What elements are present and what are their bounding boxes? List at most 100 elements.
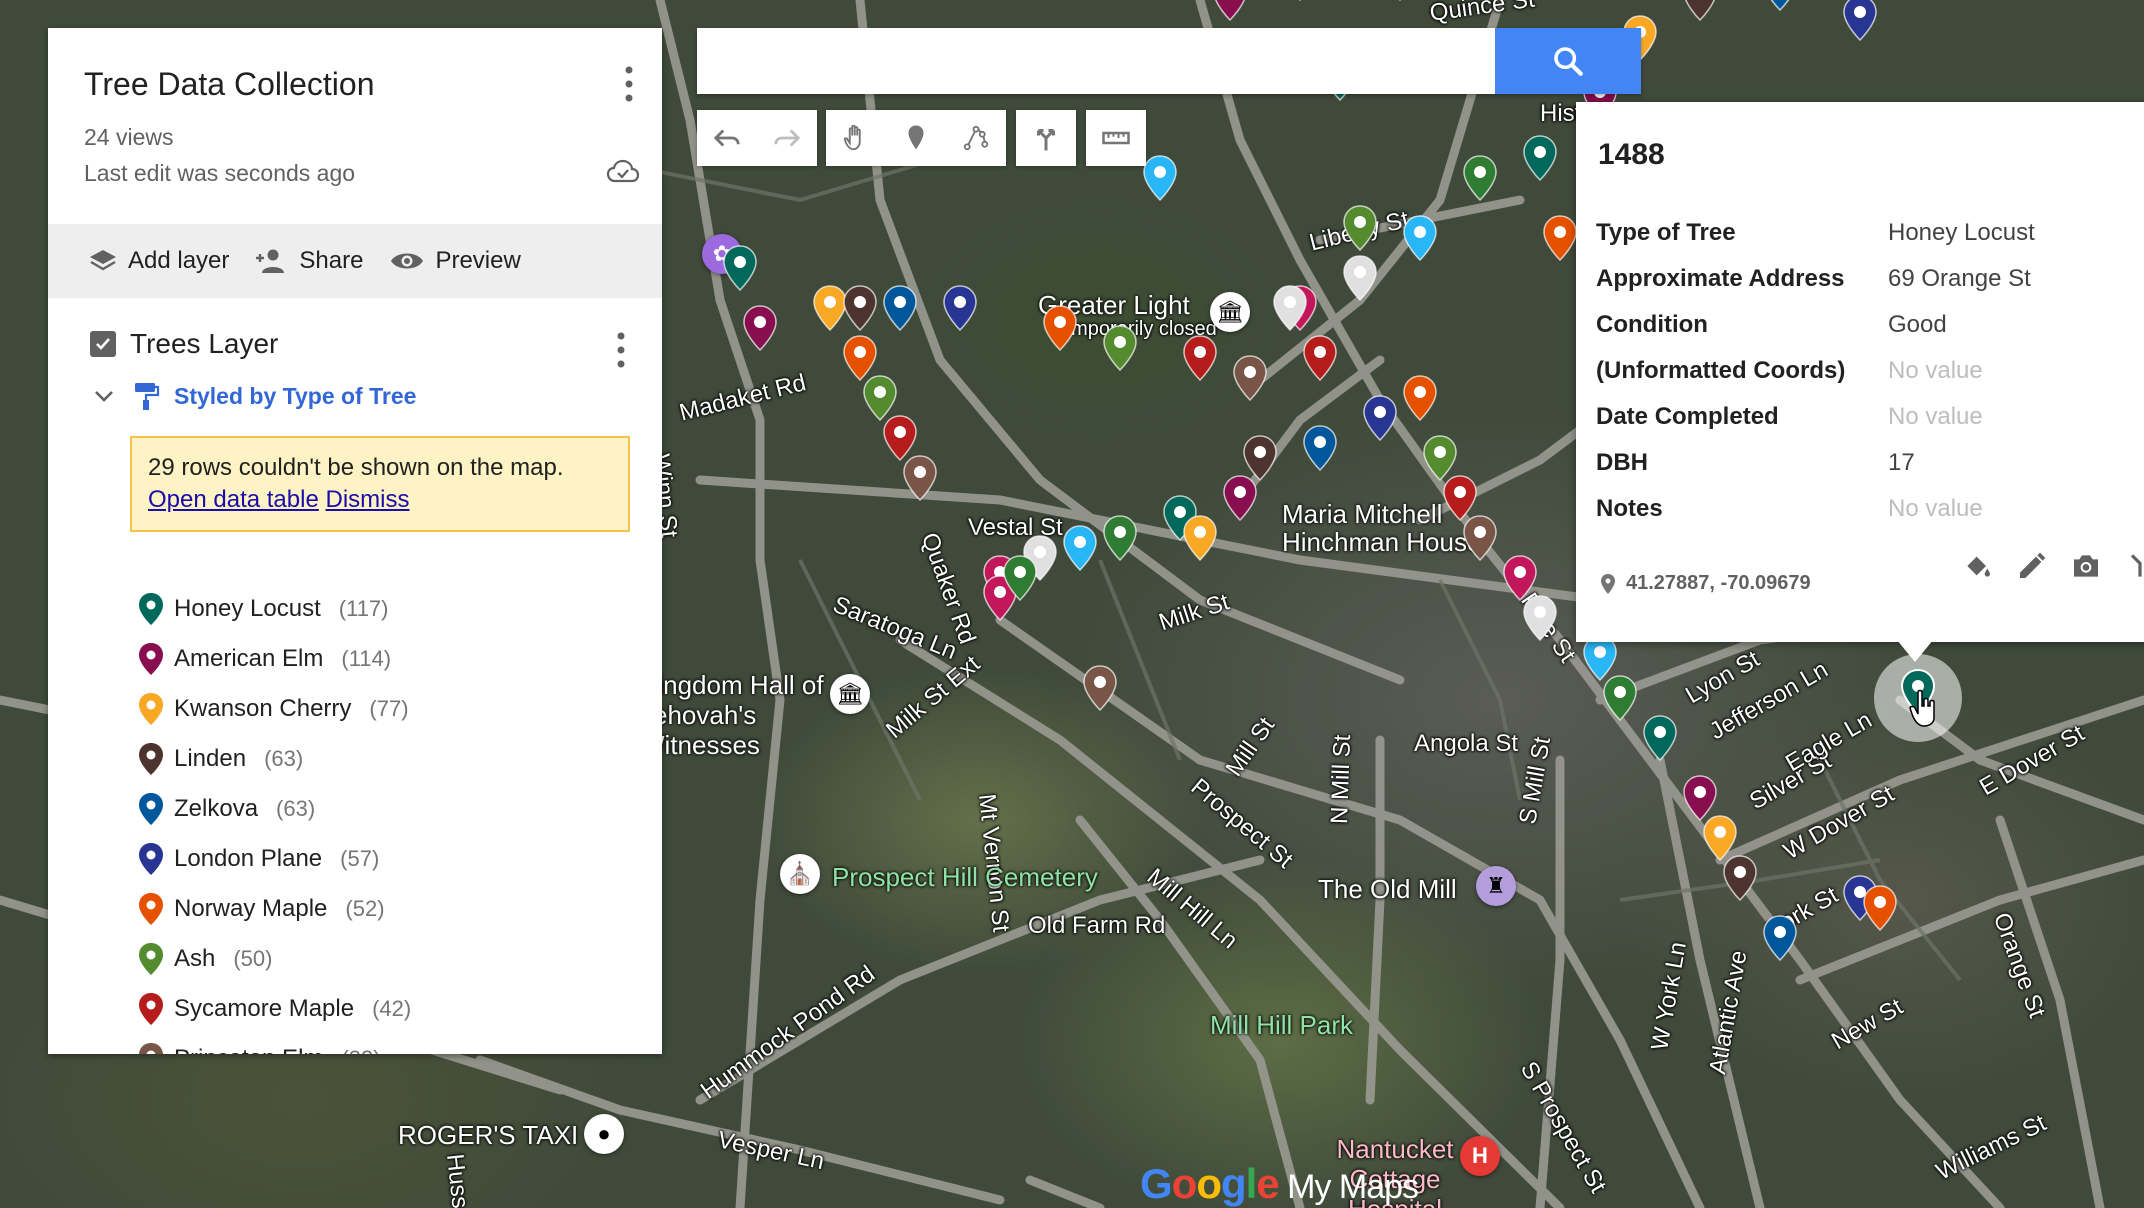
tree-marker[interactable] <box>1182 514 1218 562</box>
attribute-row: Approximate Address 69 Orange St <box>1596 256 2035 302</box>
redo-button[interactable] <box>757 110 817 166</box>
tree-marker[interactable] <box>1272 284 1308 332</box>
tree-marker[interactable] <box>1642 714 1678 762</box>
legend-item[interactable]: Princeton Elm (33) <box>138 1034 411 1054</box>
legend-item[interactable]: London Plane (57) <box>138 834 411 884</box>
attribute-row: Date Completed No value <box>1596 394 2035 440</box>
add-layer-button[interactable]: Add layer <box>88 247 229 275</box>
tree-marker[interactable] <box>1302 334 1338 382</box>
search-input[interactable] <box>697 28 1495 94</box>
tree-marker[interactable] <box>1522 134 1558 182</box>
more-vert-icon <box>625 66 633 102</box>
attribute-value: No value <box>1888 495 1983 522</box>
add-marker-button[interactable] <box>886 110 946 166</box>
draw-line-button[interactable] <box>946 110 1006 166</box>
hand-cursor-icon <box>1908 688 1942 733</box>
tree-marker[interactable] <box>722 244 758 292</box>
share-button[interactable]: Share <box>255 247 363 275</box>
legend-item[interactable]: Kwanson Cherry (77) <box>138 684 411 734</box>
warning-message: 29 rows couldn't be shown on the map. <box>148 454 564 481</box>
tree-marker[interactable] <box>1342 254 1378 302</box>
tree-marker[interactable] <box>1382 0 1418 2</box>
layer-options-button[interactable] <box>606 328 636 377</box>
tree-marker[interactable] <box>1842 0 1878 42</box>
tree-marker[interactable] <box>902 454 938 502</box>
dismiss-warning-link[interactable]: Dismiss <box>325 486 409 513</box>
preview-button[interactable]: Preview <box>389 247 521 275</box>
poi-icon-greater-light[interactable]: 🏛 <box>1210 292 1250 332</box>
legend-item[interactable]: Norway Maple (52) <box>138 884 411 934</box>
tree-marker[interactable] <box>1542 214 1578 262</box>
legend-count: (63) <box>264 746 304 771</box>
tree-marker[interactable] <box>1402 374 1438 422</box>
legend-label: Sycamore Maple <box>174 995 355 1022</box>
tree-marker[interactable] <box>1002 554 1038 602</box>
legend-item[interactable]: Linden (63) <box>138 734 411 784</box>
tree-marker[interactable] <box>1762 914 1798 962</box>
layer-visibility-checkbox[interactable] <box>90 331 116 357</box>
tree-marker[interactable] <box>1722 854 1758 902</box>
directions-button[interactable] <box>1016 110 1076 166</box>
paint-roller-icon <box>135 383 160 410</box>
poi-label-kingdom-hall: Kingdom Hall of Jehovah's Witnesses <box>640 670 824 760</box>
redo-icon <box>774 129 801 147</box>
tree-marker[interactable] <box>1102 514 1138 562</box>
attribute-row: Notes No value <box>1596 486 2035 532</box>
eye-icon <box>391 253 424 269</box>
map-options-button[interactable] <box>614 62 644 106</box>
layer-title[interactable]: Trees Layer <box>130 328 278 360</box>
poi-icon-taxi[interactable]: ● <box>584 1114 624 1154</box>
tree-marker[interactable] <box>1102 324 1138 372</box>
tree-marker[interactable] <box>1302 424 1338 472</box>
chevron-down-icon[interactable] <box>90 382 118 410</box>
tree-marker[interactable] <box>1182 334 1218 382</box>
legend-item[interactable]: Zelkova (63) <box>138 784 411 834</box>
tree-marker[interactable] <box>942 284 978 332</box>
legend-item[interactable]: Ash (50) <box>138 934 411 984</box>
tree-marker[interactable] <box>1602 674 1638 722</box>
legend-item[interactable]: American Elm (114) <box>138 634 411 684</box>
camera-icon[interactable] <box>2070 550 2102 582</box>
tree-marker[interactable] <box>1402 214 1438 262</box>
tree-marker[interactable] <box>842 284 878 332</box>
tree-marker[interactable] <box>1232 354 1268 402</box>
tree-marker[interactable] <box>1342 204 1378 252</box>
directions-icon[interactable] <box>2124 550 2144 582</box>
road-label: Old Farm Rd <box>1028 912 1166 939</box>
tree-marker[interactable] <box>1062 524 1098 572</box>
legend-item[interactable]: Honey Locust (117) <box>138 584 411 634</box>
info-card-pointer <box>1897 640 1933 662</box>
tree-marker[interactable] <box>1862 884 1898 932</box>
tree-marker[interactable] <box>1212 0 1248 22</box>
tree-marker[interactable] <box>1042 304 1078 352</box>
tree-marker[interactable] <box>1462 514 1498 562</box>
poi-label-taxi: ROGER'S TAXI <box>398 1120 579 1150</box>
style-by-link[interactable]: Styled by Type of Tree <box>174 383 416 410</box>
poi-icon-old-mill[interactable]: ♜ <box>1476 866 1516 906</box>
open-data-table-link[interactable]: Open data table <box>148 486 319 513</box>
tree-marker[interactable] <box>1682 0 1718 22</box>
tree-marker[interactable] <box>742 304 778 352</box>
pan-tool-button[interactable] <box>826 110 886 166</box>
poi-icon-cemetery[interactable]: ⛪ <box>780 854 820 894</box>
undo-button[interactable] <box>697 110 757 166</box>
tree-marker[interactable] <box>1362 394 1398 442</box>
search-button[interactable] <box>1495 28 1641 94</box>
tree-marker[interactable] <box>1142 154 1178 202</box>
tree-marker[interactable] <box>1522 594 1558 642</box>
poi-label-old-mill: The Old Mill <box>1318 874 1457 904</box>
tree-marker[interactable] <box>1242 434 1278 482</box>
legend-count: (52) <box>345 896 385 921</box>
legend-item[interactable]: Sycamore Maple (42) <box>138 984 411 1034</box>
tree-marker[interactable] <box>1282 0 1318 2</box>
tree-marker[interactable] <box>1462 154 1498 202</box>
measure-button[interactable] <box>1086 110 1146 166</box>
coordinates-text[interactable]: 41.27887, -70.09679 <box>1626 572 1811 595</box>
feature-attributes: Type of Tree Honey Locust Approximate Add… <box>1596 210 2035 532</box>
tree-marker[interactable] <box>882 284 918 332</box>
tree-marker[interactable] <box>1762 0 1798 12</box>
edit-pencil-icon[interactable] <box>2016 550 2048 582</box>
map-title[interactable]: Tree Data Collection <box>84 66 375 103</box>
paint-bucket-icon[interactable] <box>1962 550 1994 582</box>
tree-marker[interactable] <box>1082 664 1118 712</box>
